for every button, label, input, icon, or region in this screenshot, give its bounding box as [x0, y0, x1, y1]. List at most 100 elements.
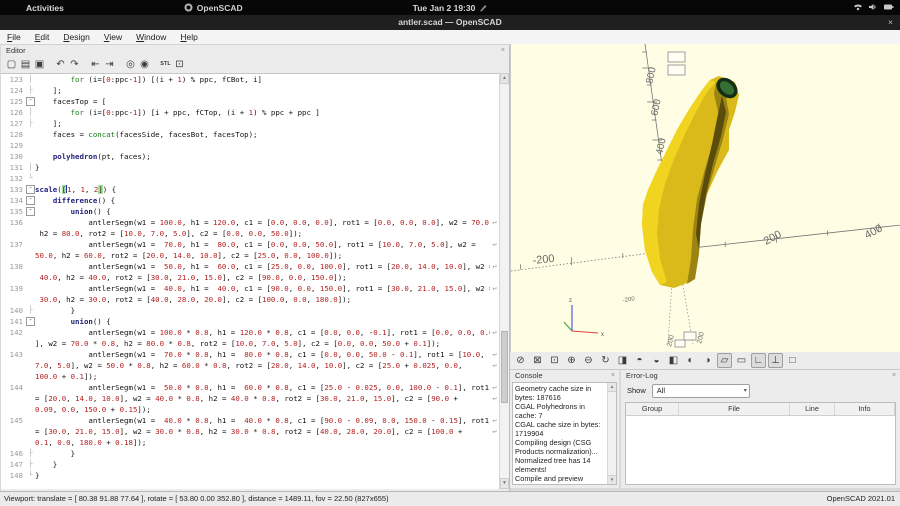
show-axes-icon[interactable]: ∟: [751, 353, 766, 368]
console-scroll-up-icon[interactable]: ▲: [608, 383, 616, 392]
preview-icon[interactable]: ◎: [124, 58, 137, 71]
code-line[interactable]: 143 antlerSegm(w1 = 70.0 * 0.8, h1 = 80.…: [1, 349, 499, 360]
clock[interactable]: Tue Jan 2 19:30: [380, 3, 520, 13]
view-back-icon[interactable]: ◑: [700, 353, 715, 368]
menu-item-design[interactable]: Design: [56, 32, 96, 42]
system-indicators[interactable]: [853, 2, 894, 12]
scroll-up-icon[interactable]: ▲: [500, 73, 509, 84]
scroll-down-icon[interactable]: ▼: [500, 478, 509, 489]
perspective-icon[interactable]: ▱: [717, 353, 732, 368]
error-log-column-info[interactable]: Info: [835, 403, 895, 415]
render-icon[interactable]: ◉: [138, 58, 151, 71]
code-line[interactable]: 124├ ];: [1, 85, 499, 96]
code-line[interactable]: 125- facesTop = [: [1, 96, 499, 107]
console-scrollbar[interactable]: ▲ ▼: [607, 383, 616, 484]
code-line[interactable]: 147├ }: [1, 459, 499, 470]
code-line[interactable]: 0.09, 0.0, 150.0 + 0.15]);: [1, 404, 499, 415]
print-icon[interactable]: ⊡: [173, 58, 186, 71]
code-line[interactable]: 123│ for (i=[0:ppc-1]) [(i + 1) % ppc, f…: [1, 74, 499, 85]
code-line[interactable]: 129: [1, 140, 499, 151]
focused-app-menu[interactable]: OpenSCAD: [184, 3, 243, 13]
code-line[interactable]: = [30.0, 21.0, 15.0], w2 = 30.0 * 0.8, h…: [1, 426, 499, 437]
code-line[interactable]: 136 antlerSegm(w1 = 100.0, h1 = 120.0, c…: [1, 217, 499, 228]
code-line[interactable]: 146├ }: [1, 448, 499, 459]
menu-item-edit[interactable]: Edit: [28, 32, 57, 42]
view-preview-icon[interactable]: ⊘: [513, 353, 528, 368]
code-line[interactable]: 142 antlerSegm(w1 = 100.0 * 0.8, h1 = 12…: [1, 327, 499, 338]
error-log-close-icon[interactable]: ×: [892, 370, 896, 381]
view-all-icon[interactable]: □: [785, 353, 800, 368]
error-log-column-line[interactable]: Line: [790, 403, 835, 415]
zoom-out-icon[interactable]: ⊖: [581, 353, 596, 368]
zoom-all-icon[interactable]: ⊡: [547, 353, 562, 368]
view-top-icon[interactable]: ◓: [632, 353, 647, 368]
orthogonal-icon[interactable]: ▭: [734, 353, 749, 368]
menu-item-view[interactable]: View: [97, 32, 129, 42]
view-right-icon[interactable]: ◨: [615, 353, 630, 368]
code-line[interactable]: 148└}: [1, 470, 499, 481]
code-line[interactable]: 137 antlerSegm(w1 = 70.0, h1 = 80.0, c1 …: [1, 239, 499, 250]
activities-button[interactable]: Activities: [26, 3, 64, 13]
code-line[interactable]: 140├ }: [1, 305, 499, 316]
code-line[interactable]: 130 polyhedron(pt, faces);: [1, 151, 499, 162]
reset-view-icon[interactable]: ↻: [598, 353, 613, 368]
menu-item-file[interactable]: File: [0, 32, 28, 42]
console-close-icon[interactable]: ×: [611, 370, 615, 381]
indent-icon[interactable]: ⇥: [103, 58, 116, 71]
fold-toggle-icon[interactable]: -: [26, 96, 35, 107]
code-line[interactable]: 139 antlerSegm(w1 = 40.0, h1 = 40.0, c1 …: [1, 283, 499, 294]
fold-toggle-icon[interactable]: -: [26, 184, 35, 195]
code-line[interactable]: 40.0, h2 = 40.0, rot2 = [30.0, 21.0, 15.…: [1, 272, 499, 283]
console-output[interactable]: Geometry cache size in bytes: 187616CGAL…: [512, 382, 617, 485]
window-close-button[interactable]: ×: [888, 15, 893, 30]
fold-toggle-icon[interactable]: -: [26, 195, 35, 206]
code-line[interactable]: 133-scale([1, 1, 2]) {: [1, 184, 499, 195]
code-line[interactable]: 138 antlerSegm(w1 = 50.0, h1 = 60.0, c1 …: [1, 261, 499, 272]
undo-icon[interactable]: ↶: [54, 58, 67, 71]
view-render-icon[interactable]: ⊠: [530, 353, 545, 368]
code-line[interactable]: 131│}: [1, 162, 499, 173]
code-line[interactable]: 50.0, h2 = 60.0, rot2 = [20.0, 14.0, 10.…: [1, 250, 499, 261]
menu-item-window[interactable]: Window: [129, 32, 173, 42]
code-line[interactable]: 126│ for (i=[0:ppc-1]) [i + ppc, fCTop, …: [1, 107, 499, 118]
code-line[interactable]: 0.1, 0.0, 180.0 + 0.18]);: [1, 437, 499, 448]
error-log-column-group[interactable]: Group: [626, 403, 679, 415]
code-line[interactable]: 134- difference() {: [1, 195, 499, 206]
code-line[interactable]: 128 faces = concat(facesSide, facesBot, …: [1, 129, 499, 140]
scrollbar-thumb[interactable]: [501, 331, 508, 403]
code-editor[interactable]: 123│ for (i=[0:ppc-1]) [(i + 1) % ppc, f…: [1, 73, 499, 489]
view-front-icon[interactable]: ◐: [683, 353, 698, 368]
window-title-bar[interactable]: antler.scad — OpenSCAD ×: [0, 15, 900, 30]
unindent-icon[interactable]: ⇤: [89, 58, 102, 71]
menu-item-help[interactable]: Help: [173, 32, 204, 42]
code-line[interactable]: 141- union() {: [1, 316, 499, 327]
fold-toggle-icon[interactable]: -: [26, 316, 35, 327]
code-line[interactable]: 127├ ];: [1, 118, 499, 129]
editor-scrollbar[interactable]: ▲ ▼: [499, 73, 509, 489]
code-line[interactable]: 7.0, 5.0], w2 = 50.0 * 0.8, h2 = 60.0 * …: [1, 360, 499, 371]
open-icon[interactable]: ▤: [19, 58, 32, 71]
code-line[interactable]: ], w2 = 70.0 * 0.8, h2 = 80.0 * 0.8, rot…: [1, 338, 499, 349]
code-line[interactable]: 135- union() {: [1, 206, 499, 217]
fold-toggle-icon[interactable]: -: [26, 206, 35, 217]
zoom-in-icon[interactable]: ⊕: [564, 353, 579, 368]
code-line[interactable]: 145 antlerSegm(w1 = 40.0 * 0.8, h1 = 40.…: [1, 415, 499, 426]
editor-close-icon[interactable]: ×: [501, 45, 505, 56]
code-line[interactable]: h2 = 80.0, rot2 = [10.0, 7.0, 5.0], c2 =…: [1, 228, 499, 239]
code-line[interactable]: 30.0, h2 = 30.0, rot2 = [40.0, 28.0, 20.…: [1, 294, 499, 305]
save-icon[interactable]: ▣: [33, 58, 46, 71]
viewport-3d[interactable]: -200 200 400 800 600 400 200 200 -200: [510, 44, 900, 353]
view-left-icon[interactable]: ◧: [666, 353, 681, 368]
export-stl-icon[interactable]: STL: [159, 58, 172, 71]
error-filter-dropdown[interactable]: All ▾: [652, 384, 750, 398]
code-line[interactable]: 132└: [1, 173, 499, 184]
code-line[interactable]: 100.0 + 0.1]);: [1, 371, 499, 382]
redo-icon[interactable]: ↷: [68, 58, 81, 71]
view-bottom-icon[interactable]: ◒: [649, 353, 664, 368]
error-log-column-file[interactable]: File: [679, 403, 790, 415]
console-scroll-down-icon[interactable]: ▼: [608, 475, 616, 484]
code-line[interactable]: 144 antlerSegm(w1 = 50.0 * 0.8, h1 = 60.…: [1, 382, 499, 393]
show-scale-markers-icon[interactable]: ⊥: [768, 353, 783, 368]
new-file-icon[interactable]: ▢: [5, 58, 18, 71]
code-line[interactable]: = [20.0, 14.0, 10.0], w2 = 40.0 * 0.8, h…: [1, 393, 499, 404]
